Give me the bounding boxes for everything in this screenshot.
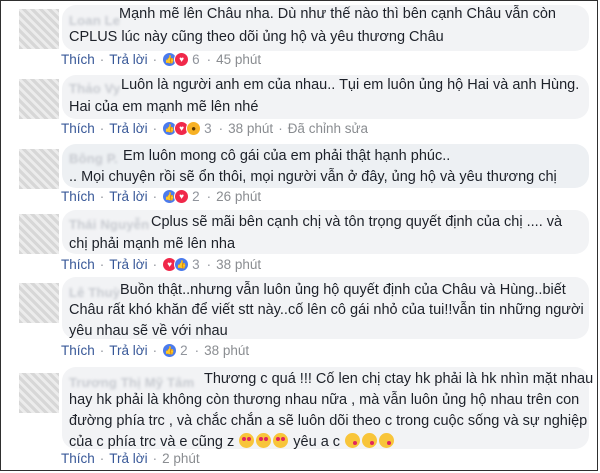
comment-author[interactable]: Thái Nguyễn [69,217,149,232]
reaction-summary[interactable]: 👍 ♥ 6 [162,52,200,67]
love-reaction-icon: ♥ [174,189,190,204]
reply-button[interactable]: Trả lời [109,257,147,272]
comment-time[interactable]: 38 phút [216,257,261,272]
comment-text: .. Mọi chuyện rồi sẽ ổn thôi, mọi người … [69,167,557,188]
comment-text: Hai của em mạnh mẽ lên nhé [69,97,258,118]
comment-actions: Thích · Trả lời · 👍 2 · 38 phút [61,343,250,358]
comment-actions: Thích · Trả lời · 👍 ♥ 6 · 45 phút [61,52,262,67]
reaction-summary[interactable]: ♥ 👍 3 [162,257,200,272]
comment-text: Buồn thật..nhưng vẫn luôn ủng hộ quyết đ… [120,280,566,301]
comment-author[interactable]: Lê Thuỳ [69,285,120,300]
comment-time[interactable]: 38 phút [228,121,273,136]
reaction-count: 2 [192,189,200,204]
comment-text: hay hk phải là không còn thương nhau nữa… [69,390,587,453]
comment-author[interactable]: Thảo Vy [69,81,120,96]
comment-actions: Thích · Trả lời · 👍 ♥ 2 · 26 phút [61,189,262,204]
comment-line: Luôn là người anh em của nhau.. Tụi em l… [121,77,580,93]
avatar[interactable] [19,149,59,189]
comment-line: đường phía trc , và chắc chắn a sẽ luôn … [69,413,588,429]
love-reaction-icon: ♥ [174,52,190,67]
wow-reaction-icon: ● [186,121,202,136]
like-button[interactable]: Thích [61,343,95,358]
heart-eyes-emoji-icon [256,433,272,448]
avatar[interactable] [19,283,59,323]
comment-text: Cplus sẽ mãi bên cạnh chị và tôn trọng q… [151,212,562,233]
comment-line: hay hk phải là không còn thương nhau nữa… [69,392,580,408]
comment-line: .. Mọi chuyện rồi sẽ ổn thôi, mọi người … [69,169,557,185]
like-reaction-icon: 👍 [162,343,178,358]
comment-text: Luôn là người anh em của nhau.. Tụi em l… [121,75,579,96]
comment-line-with-emoji: của c phía trc và e cũng z yêu a c [69,432,587,453]
comment-line: của c phía trc và e cũng z [69,434,235,450]
reaction-count: 6 [192,52,200,67]
heart-eyes-emoji-icon [273,433,289,448]
reaction-summary[interactable]: 👍 2 [162,343,188,358]
reaction-summary[interactable]: 👍 ♥ 2 [162,189,200,204]
comment-text: CPLUS lúc này cũng theo dõi ủng hộ và yê… [69,27,444,48]
comment-actions: Thích · Trả lời · ♥ 👍 3 · 38 phút [61,257,262,272]
comment-text: Mạnh mẽ lên Châu nha. Dù như thế nào thì… [119,4,556,25]
avatar[interactable] [19,373,59,413]
comment-line: Buồn thật..nhưng vẫn luôn ủng hộ quyết đ… [120,282,566,298]
reply-button[interactable]: Trả lời [109,343,147,358]
comment-line: Hai của em mạnh mẽ lên nhé [69,99,259,115]
avatar[interactable] [19,79,59,119]
reaction-count: 2 [180,343,188,358]
comment-text: Em luôn mong cô gái của em phải thật hạn… [123,146,450,167]
comment-line: Mạnh mẽ lên Châu nha. Dù như thế nào thì… [119,6,556,22]
reply-button[interactable]: Trả lời [109,121,147,136]
comment-author[interactable]: Loan Le [69,13,120,28]
comment-text: Thương c quá !!! Cố len chị ctay hk phải… [204,369,593,390]
kiss-emoji-icon [345,433,361,448]
avatar[interactable] [19,9,59,49]
comment-line: Thương c quá !!! Cố len chị ctay hk phải… [204,371,594,387]
comment-author[interactable]: Bông P. [69,151,118,166]
comment-text: Châu rất khó khăn để viết stt này..cố lê… [69,300,584,342]
comment-line: Châu rất khó khăn để viết stt này..cố lê… [69,302,584,318]
kiss-emoji-icon [362,433,378,448]
reaction-summary[interactable]: 👍 ♥ ● 3 [162,121,212,136]
reply-button[interactable]: Trả lời [109,52,147,67]
reaction-count: 3 [204,121,212,136]
comment-line: yêu a c [293,434,341,450]
edited-label[interactable]: Đã chỉnh sửa [288,121,368,136]
comment-actions: Thích · Trả lời · 2 phút [61,451,200,466]
reply-button[interactable]: Trả lời [109,451,147,466]
like-button[interactable]: Thích [61,451,95,466]
comment-line: Em luôn mong cô gái của em phải thật hạn… [123,148,451,164]
like-button[interactable]: Thích [61,121,95,136]
comment-author[interactable]: Trương Thị Mỹ Tâm [69,375,194,390]
kiss-emoji-icon [379,433,395,448]
comment-actions: Thích · Trả lời · 👍 ♥ ● 3 · 38 phút · Đã… [61,121,369,136]
comment-time[interactable]: 26 phút [216,189,261,204]
comment-line: CPLUS lúc này cũng theo dõi ủng hộ và yê… [69,29,444,45]
like-button[interactable]: Thích [61,52,95,67]
heart-eyes-emoji-icon [239,433,255,448]
reply-button[interactable]: Trả lời [109,189,147,204]
comment-thread: Loan Le Mạnh mẽ lên Châu nha. Dù như thế… [0,0,598,471]
comment-time[interactable]: 2 phút [162,451,200,466]
comment-line: Cplus sẽ mãi bên cạnh chị và tôn trọng q… [151,214,563,230]
comment-time[interactable]: 38 phút [204,343,249,358]
like-button[interactable]: Thích [61,189,95,204]
like-button[interactable]: Thích [61,257,95,272]
like-reaction-icon: 👍 [174,257,190,272]
reaction-count: 3 [192,257,200,272]
comment-time[interactable]: 45 phút [216,52,261,67]
comment-line: yêu nhau sẽ về với nhau [69,323,228,339]
comment-text: chị phải mạnh mẽ lên nha [69,234,235,255]
avatar[interactable] [19,214,59,254]
comment-line: chị phải mạnh mẽ lên nha [69,236,236,252]
